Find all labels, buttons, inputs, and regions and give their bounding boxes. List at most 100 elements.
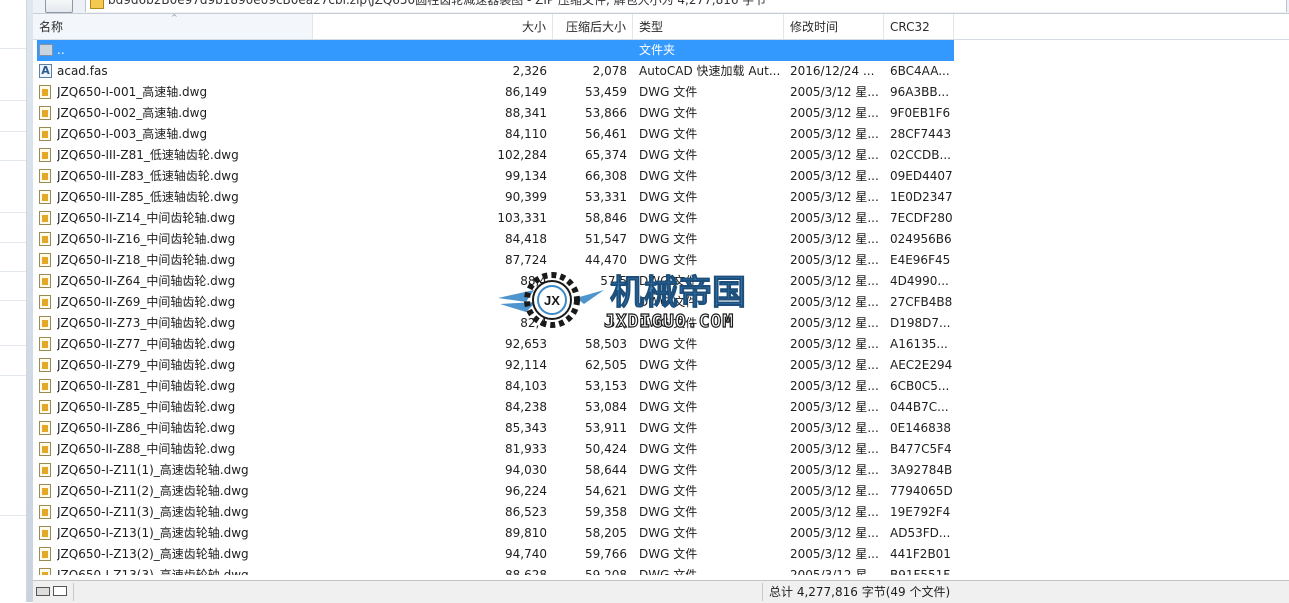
file-packed-size bbox=[553, 292, 627, 313]
file-type: DWG 文件 bbox=[639, 274, 698, 288]
file-row[interactable]: JZQ650-II-Z18_中间齿轮轴.dwg 87,724 44,470 DWG 文… bbox=[33, 250, 1289, 271]
file-crc: 6BC4AA... bbox=[890, 64, 950, 78]
file-name: JZQ650-III-Z85_低速轴齿轮.dwg bbox=[57, 190, 239, 204]
dwg-file-icon bbox=[39, 379, 53, 394]
file-name: JZQ650-II-Z14_中间齿轮轴.dwg bbox=[57, 211, 236, 225]
file-row[interactable]: JZQ650-III-Z81_低速轴齿轮.dwg 102,284 65,374 DWG… bbox=[33, 145, 1289, 166]
file-name: JZQ650-I-Z13(2)_高速齿轮轴.dwg bbox=[57, 547, 249, 561]
file-type: DWG 文件 bbox=[639, 106, 698, 120]
file-row[interactable]: JZQ650-I-Z13(2)_高速齿轮轴.dwg 94,740 59,766 DWG… bbox=[33, 544, 1289, 565]
column-header-name[interactable]: 名称 ^ bbox=[33, 13, 313, 39]
column-header-type[interactable]: 类型 bbox=[633, 14, 784, 39]
file-packed-size: 59,208 bbox=[585, 568, 627, 575]
file-row[interactable]: JZQ650-II-Z85_中间轴齿轮.dwg 84,238 53,084 DWG 文… bbox=[33, 397, 1289, 418]
dwg-file-icon bbox=[39, 169, 53, 184]
file-name: JZQ650-II-Z79_中间轴齿轮.dwg bbox=[57, 358, 236, 372]
file-crc: B91F551F bbox=[890, 568, 951, 575]
file-row[interactable]: JZQ650-II-Z77_中间轴齿轮.dwg 92,653 58,503 DWG 文… bbox=[33, 334, 1289, 355]
dwg-file-icon-glyph bbox=[39, 295, 51, 309]
file-crc: 441F2B01 bbox=[890, 547, 951, 561]
file-size: 82,4 bbox=[520, 316, 547, 330]
file-type: DWG 文件 bbox=[639, 505, 698, 519]
up-folder-button[interactable] bbox=[45, 0, 73, 13]
file-row[interactable]: JZQ650-II-Z88_中间轴齿轮.dwg 81,933 50,424 DWG 文… bbox=[33, 439, 1289, 460]
file-crc: 02CCDB... bbox=[890, 148, 951, 162]
dwg-file-icon bbox=[39, 421, 53, 436]
file-packed-size: 53,153 bbox=[585, 379, 627, 393]
file-row[interactable]: JZQ650-II-Z86_中间轴齿轮.dwg 85,343 53,911 DWG 文… bbox=[33, 418, 1289, 439]
file-type: DWG 文件 bbox=[639, 211, 698, 225]
file-size: 94,030 bbox=[505, 463, 547, 477]
file-row[interactable]: JZQ650-I-Z13(3)_高速齿轮轴.dwg 88,628 59,208 DWG… bbox=[33, 565, 1289, 575]
address-field[interactable]: bd9d6b2B0e97d9b1890e09cB0ea27cbl.zip\JZQ… bbox=[85, 0, 1287, 12]
file-row[interactable]: JZQ650-II-Z69_中间轴齿轮.dwg DWG 文件 2005/3/12 星… bbox=[33, 292, 1289, 313]
dwg-file-icon bbox=[39, 358, 53, 373]
file-size: 2,326 bbox=[512, 64, 547, 78]
file-crc: AEC2E294 bbox=[890, 358, 952, 372]
file-row[interactable]: JZQ650-II-Z16_中间齿轮轴.dwg 84,418 51,547 DWG 文… bbox=[33, 229, 1289, 250]
file-row[interactable]: JZQ650-I-001_高速轴.dwg 86,149 53,459 DWG 文件 20… bbox=[33, 82, 1289, 103]
file-row[interactable]: JZQ650-II-Z64_中间轴齿轮.dwg 88,4 57,5 DWG 文件 200… bbox=[33, 271, 1289, 292]
file-size: 92,653 bbox=[505, 337, 547, 351]
file-row[interactable]: JZQ650-I-003_高速轴.dwg 84,110 56,461 DWG 文件 20… bbox=[33, 124, 1289, 145]
dwg-file-icon bbox=[39, 106, 53, 121]
file-name: JZQ650-I-Z11(3)_高速齿轮轴.dwg bbox=[57, 505, 249, 519]
file-size: 84,103 bbox=[505, 379, 547, 393]
file-row[interactable]: JZQ650-I-Z11(1)_高速齿轮轴.dwg 94,030 58,644 DWG… bbox=[33, 460, 1289, 481]
background-window-strip bbox=[0, 0, 27, 602]
file-modified: 2005/3/12 星... bbox=[790, 442, 879, 456]
file-row[interactable]: .. 文件夹 bbox=[33, 40, 1289, 61]
address-text: bd9d6b2B0e97d9b1890e09cB0ea27cbl.zip\JZQ… bbox=[108, 0, 767, 7]
file-type: DWG 文件 bbox=[639, 253, 698, 267]
file-row[interactable]: JZQ650-II-Z79_中间轴齿轮.dwg 92,114 62,505 DWG 文… bbox=[33, 355, 1289, 376]
file-crc: 024956B6 bbox=[890, 232, 952, 246]
file-packed-size: 56,461 bbox=[585, 127, 627, 141]
dwg-file-icon-glyph bbox=[39, 190, 51, 204]
file-crc: 09ED4407 bbox=[890, 169, 952, 183]
file-row[interactable]: JZQ650-II-Z14_中间齿轮轴.dwg 103,331 58,846 DWG … bbox=[33, 208, 1289, 229]
dwg-file-icon-glyph bbox=[39, 337, 51, 351]
file-row[interactable]: Aacad.fas 2,326 2,078 AutoCAD 快速加载 Aut... 20… bbox=[33, 61, 1289, 82]
dwg-file-icon bbox=[39, 547, 53, 562]
column-header-size[interactable]: 大小 bbox=[313, 14, 553, 39]
file-name: JZQ650-II-Z73_中间轴齿轮.dwg bbox=[57, 316, 236, 330]
column-header-crc[interactable]: CRC32 bbox=[884, 14, 954, 39]
file-name: JZQ650-II-Z81_中间轴齿轮.dwg bbox=[57, 379, 236, 393]
column-header-modified[interactable]: 修改时间 bbox=[784, 14, 884, 39]
dwg-file-icon-glyph bbox=[39, 211, 51, 225]
file-row[interactable]: JZQ650-I-002_高速轴.dwg 88,341 53,866 DWG 文件 20… bbox=[33, 103, 1289, 124]
file-row[interactable]: JZQ650-III-Z83_低速轴齿轮.dwg 99,134 66,308 DWG … bbox=[33, 166, 1289, 187]
file-crc: 6CB0C5... bbox=[890, 379, 950, 393]
file-modified: 2016/12/24 ... bbox=[790, 64, 875, 78]
column-header-name-label: 名称 bbox=[39, 20, 64, 34]
file-crc: 27CFB4B8 bbox=[890, 295, 952, 309]
file-modified: 2005/3/12 星... bbox=[790, 274, 879, 288]
file-row[interactable]: JZQ650-III-Z85_低速轴齿轮.dwg 90,399 53,331 DWG … bbox=[33, 187, 1289, 208]
file-row[interactable]: JZQ650-I-Z11(2)_高速齿轮轴.dwg 96,224 54,621 DWG… bbox=[33, 481, 1289, 502]
file-type: AutoCAD 快速加载 Aut... bbox=[639, 64, 781, 78]
file-crc: 28CF7443 bbox=[890, 127, 952, 141]
file-size: 84,110 bbox=[505, 127, 547, 141]
file-crc: 0E146838 bbox=[890, 421, 952, 435]
file-crc: B477C5F4 bbox=[890, 442, 952, 456]
file-row[interactable]: JZQ650-II-Z73_中间轴齿轮.dwg 82,4 51, DWG 文件 2005… bbox=[33, 313, 1289, 334]
column-header-packed[interactable]: 压缩后大小 bbox=[553, 14, 633, 39]
dwg-file-icon bbox=[39, 568, 53, 575]
dwg-file-icon bbox=[39, 211, 53, 226]
file-row[interactable]: JZQ650-I-Z13(1)_高速齿轮轴.dwg 89,810 58,205 DWG… bbox=[33, 523, 1289, 544]
file-name: JZQ650-I-003_高速轴.dwg bbox=[57, 127, 208, 141]
file-row[interactable]: JZQ650-II-Z81_中间轴齿轮.dwg 84,103 53,153 DWG 文… bbox=[33, 376, 1289, 397]
file-packed-size: 58,205 bbox=[585, 526, 627, 540]
file-modified: 2005/3/12 星... bbox=[790, 253, 879, 267]
file-size: 92,114 bbox=[505, 358, 547, 372]
dwg-file-icon bbox=[39, 190, 53, 205]
dwg-file-icon-glyph bbox=[39, 169, 51, 183]
file-crc: 7ECDF280 bbox=[890, 211, 952, 225]
strip-divider bbox=[0, 515, 26, 516]
file-row[interactable]: JZQ650-I-Z11(3)_高速齿轮轴.dwg 86,523 59,358 DWG… bbox=[33, 502, 1289, 523]
file-type: DWG 文件 bbox=[639, 358, 698, 372]
file-name: JZQ650-II-Z18_中间齿轮轴.dwg bbox=[57, 253, 236, 267]
dwg-file-icon-glyph bbox=[39, 526, 51, 540]
file-size: 89,810 bbox=[505, 526, 547, 540]
file-modified: 2005/3/12 星... bbox=[790, 127, 879, 141]
